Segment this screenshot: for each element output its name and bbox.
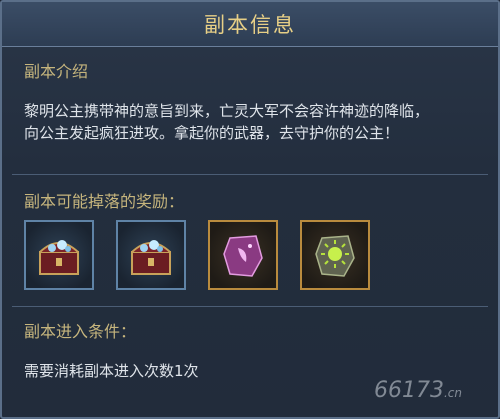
rewards-heading: 副本可能掉落的奖励：: [24, 192, 185, 211]
reward-list: [24, 220, 370, 290]
dungeon-info-panel: 副本信息 副本介绍 黎明公主携带神的意旨到来，亡灵大军不会容许神迹的降临， 向公…: [0, 0, 500, 419]
green-sun-rune-stone-icon: [315, 235, 355, 277]
watermark: 66173.cn: [374, 378, 462, 403]
treasure-chest-icon: [39, 240, 79, 275]
intro-line-2: 向公主发起疯狂进攻。拿起你的武器，去守护你的公主！: [24, 124, 400, 142]
intro-text: 黎明公主携带神的意旨到来，亡灵大军不会容许神迹的降临， 向公主发起疯狂进攻。拿起…: [24, 100, 429, 144]
panel-title: 副本信息: [204, 13, 296, 37]
entry-heading: 副本进入条件：: [24, 322, 137, 341]
reward-slot-4[interactable]: [300, 220, 370, 290]
entry-condition-text: 需要消耗副本进入次数1次: [24, 362, 199, 380]
watermark-main: 66173: [373, 378, 444, 403]
watermark-suffix: .cn: [443, 386, 462, 400]
reward-slot-2[interactable]: [116, 220, 186, 290]
title-bar: 副本信息: [2, 2, 498, 47]
reward-slot-3[interactable]: [208, 220, 278, 290]
reward-slot-1[interactable]: [24, 220, 94, 290]
divider: [12, 306, 488, 307]
intro-line-1: 黎明公主携带神的意旨到来，亡灵大军不会容许神迹的降临，: [24, 102, 430, 120]
intro-heading: 副本介绍: [24, 62, 89, 81]
treasure-chest-icon: [131, 240, 171, 275]
divider: [12, 174, 488, 175]
purple-rune-stone-icon: [223, 235, 263, 277]
